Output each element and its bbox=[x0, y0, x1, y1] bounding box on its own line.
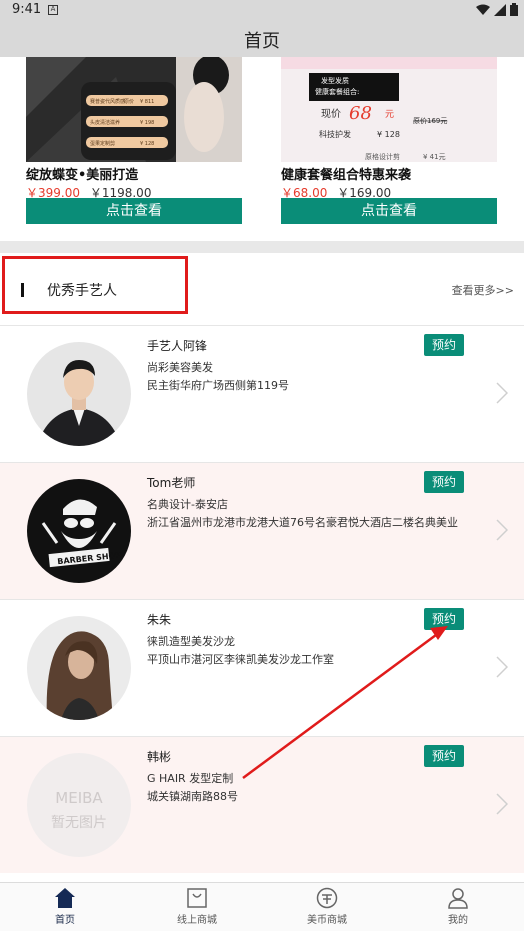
product-image-text: 元 bbox=[385, 110, 394, 120]
avatar-placeholder: MEIBA 暂无图片 bbox=[27, 753, 131, 857]
artisan-name: Tom老师 bbox=[147, 476, 196, 490]
chevron-right-icon bbox=[496, 519, 508, 541]
artisan-address: 平顶山市湛河区李徕凯美发沙龙工作室 bbox=[147, 653, 334, 666]
home-icon bbox=[55, 888, 75, 908]
avatar bbox=[27, 342, 131, 446]
nav-online-shop[interactable]: 线上商城 bbox=[152, 887, 242, 926]
coin-icon bbox=[316, 887, 338, 909]
wifi-icon bbox=[476, 4, 490, 15]
product-image-text: 蛋果定制剪 bbox=[90, 140, 115, 147]
battery-icon bbox=[510, 3, 518, 16]
signal-icon bbox=[494, 3, 506, 16]
see-more-link[interactable]: 查看更多>> bbox=[452, 282, 514, 298]
product-image-text: 原价 bbox=[124, 99, 134, 105]
section-header: 优秀手艺人 查看更多>> bbox=[0, 253, 524, 319]
artisan-name: 韩彬 bbox=[147, 750, 172, 764]
nav-label: 线上商城 bbox=[177, 915, 217, 926]
product-image[interactable]: 赛普姿代风质感 原价 ¥ 811 头皮清洁滋养 ¥ 198 蛋果定制剪 ¥ 12… bbox=[26, 57, 242, 162]
product-image-text: 头皮清洁滋养 bbox=[90, 119, 120, 126]
book-button[interactable]: 预约 bbox=[424, 334, 464, 356]
nav-mine[interactable]: 我的 bbox=[413, 887, 503, 926]
product-image-text: 发型发质 bbox=[321, 76, 349, 85]
artisan-address: 民主街华府广场西侧第119号 bbox=[147, 379, 289, 392]
shop-bag-icon bbox=[187, 888, 207, 908]
product-image-text: 现价 bbox=[321, 108, 341, 120]
placeholder-text: 暂无图片 bbox=[51, 815, 107, 831]
book-button[interactable]: 预约 bbox=[424, 608, 464, 630]
product-image-text: 原价169元 bbox=[413, 117, 447, 125]
view-product-button[interactable]: 点击查看 bbox=[281, 198, 497, 224]
status-icons bbox=[476, 3, 518, 16]
placeholder-logo-text: MEIBA bbox=[55, 789, 103, 807]
product-image-text: ¥ 128 bbox=[377, 130, 400, 139]
product-name: 绽放蝶变•美丽打造 bbox=[26, 168, 139, 183]
product-card[interactable]: 赛普姿代风质感 原价 ¥ 811 头皮清洁滋养 ¥ 198 蛋果定制剪 ¥ 12… bbox=[26, 57, 242, 227]
product-image-text: ¥ 128 bbox=[140, 141, 154, 147]
nav-label: 美币商城 bbox=[307, 915, 347, 926]
nav-label: 首页 bbox=[55, 915, 75, 926]
chevron-right-icon bbox=[496, 656, 508, 678]
section-marker bbox=[21, 283, 24, 297]
book-button[interactable]: 预约 bbox=[424, 745, 464, 767]
artisan-address: 浙江省温州市龙港市龙港大道76号名豪君悦大酒店二楼名典美业 bbox=[147, 516, 458, 529]
product-name: 健康套餐组合特惠来袭 bbox=[281, 168, 412, 183]
nav-home[interactable]: 首页 bbox=[20, 887, 110, 926]
product-image-text: ¥ 198 bbox=[140, 120, 154, 126]
product-image-text: ¥ 41元 bbox=[423, 153, 446, 161]
product-image[interactable]: 发型发质 健康套餐组合: 现价 68 元 原价169元 科技护发 ¥ 128 原… bbox=[281, 57, 497, 162]
user-icon bbox=[448, 888, 468, 909]
notification-a-icon: A bbox=[48, 5, 58, 15]
chevron-right-icon bbox=[496, 382, 508, 404]
avatar: BARBER SHOP bbox=[27, 479, 131, 583]
status-time: 9:41 bbox=[12, 2, 42, 17]
artisan-row[interactable]: BARBER SHOP Tom老师 名典设计-泰安店 浙江省温州市龙港市龙港大道… bbox=[0, 462, 524, 599]
product-image-text: 赛普姿代风质感 bbox=[90, 98, 125, 105]
view-product-button[interactable]: 点击查看 bbox=[26, 198, 242, 224]
product-image-text: 68 bbox=[349, 103, 372, 124]
artisan-address: 城关镇湖南路88号 bbox=[147, 790, 238, 803]
section-title: 优秀手艺人 bbox=[47, 283, 117, 299]
bottom-nav: 首页 线上商城 美币商城 我的 bbox=[0, 882, 524, 931]
artisan-shop: 尚彩美容美发 bbox=[147, 361, 213, 374]
status-bar: 9:41 A bbox=[0, 0, 524, 20]
artisan-shop: G HAIR 发型定制 bbox=[147, 772, 234, 785]
title-bar: 首页 bbox=[0, 20, 524, 57]
product-image-text: 健康套餐组合: bbox=[315, 87, 359, 96]
chevron-right-icon bbox=[496, 793, 508, 815]
product-image-text: ¥ 811 bbox=[140, 99, 154, 105]
book-button[interactable]: 预约 bbox=[424, 471, 464, 493]
artisan-shop: 名典设计-泰安店 bbox=[147, 498, 228, 511]
nav-label: 我的 bbox=[448, 915, 468, 926]
artisan-name: 手艺人阿锋 bbox=[147, 339, 208, 353]
page-title: 首页 bbox=[244, 31, 280, 52]
product-image-text: 科技护发 bbox=[319, 129, 351, 139]
artisan-name: 朱朱 bbox=[147, 613, 172, 627]
artisan-row[interactable]: 朱朱 徕凯造型美发沙龙 平顶山市湛河区李徕凯美发沙龙工作室 预约 bbox=[0, 599, 524, 736]
artisan-shop: 徕凯造型美发沙龙 bbox=[147, 635, 235, 648]
artisan-row[interactable]: MEIBA 暂无图片 韩彬 G HAIR 发型定制 城关镇湖南路88号 预约 bbox=[0, 736, 524, 873]
artisan-row[interactable]: 手艺人阿锋 尚彩美容美发 民主街华府广场西侧第119号 预约 bbox=[0, 325, 524, 462]
avatar bbox=[27, 616, 131, 720]
nav-coin-shop[interactable]: 美币商城 bbox=[282, 887, 372, 926]
section-divider bbox=[0, 241, 524, 253]
product-image-text: 原格设计剪 bbox=[365, 152, 400, 161]
product-card[interactable]: 发型发质 健康套餐组合: 现价 68 元 原价169元 科技护发 ¥ 128 原… bbox=[281, 57, 497, 227]
